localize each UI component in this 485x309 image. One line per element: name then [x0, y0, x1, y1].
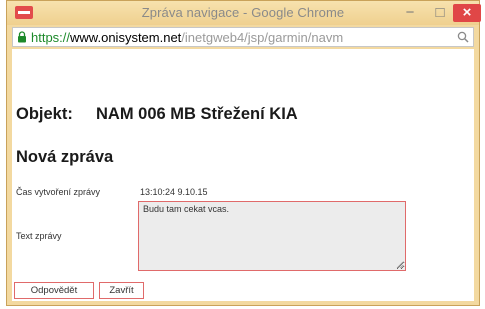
- minimize-button[interactable]: −: [397, 4, 423, 22]
- resize-grip-icon[interactable]: [396, 261, 404, 269]
- maximize-button[interactable]: □: [427, 4, 453, 22]
- zoom-icon[interactable]: [457, 31, 469, 43]
- url-path: /inetgweb4/jsp/garmin/navm: [181, 30, 344, 45]
- object-label: Objekt:: [16, 105, 73, 123]
- message-text-label: Text zprávy: [16, 231, 62, 241]
- address-bar[interactable]: https://www.onisystem.net/inetgweb4/jsp/…: [12, 27, 474, 47]
- created-time-label: Čas vytvoření zprávy: [16, 187, 101, 197]
- object-value: NAM 006 MB Střežení KIA: [96, 105, 298, 123]
- page-content: Objekt: NAM 006 MB Střežení KIA Nová zpr…: [12, 49, 474, 301]
- url-domain: www.onisystem.net: [70, 30, 182, 45]
- lock-icon: [18, 31, 26, 43]
- title-bar[interactable]: Zpráva navigace - Google Chrome − □ ×: [7, 1, 481, 25]
- created-time-value: 13:10:24 9.10.15: [140, 187, 208, 197]
- close-button[interactable]: Zavřít: [99, 282, 144, 299]
- page-heading: Nová zpráva: [16, 148, 114, 166]
- reply-button[interactable]: Odpovědět: [14, 282, 94, 299]
- url-text: https://www.onisystem.net/inetgweb4/jsp/…: [31, 30, 343, 45]
- message-textarea[interactable]: Budu tam cekat vcas.: [138, 201, 406, 271]
- close-window-button[interactable]: ×: [453, 4, 481, 22]
- url-scheme: https://: [31, 30, 71, 45]
- browser-window: Zpráva navigace - Google Chrome − □ × ht…: [6, 0, 481, 306]
